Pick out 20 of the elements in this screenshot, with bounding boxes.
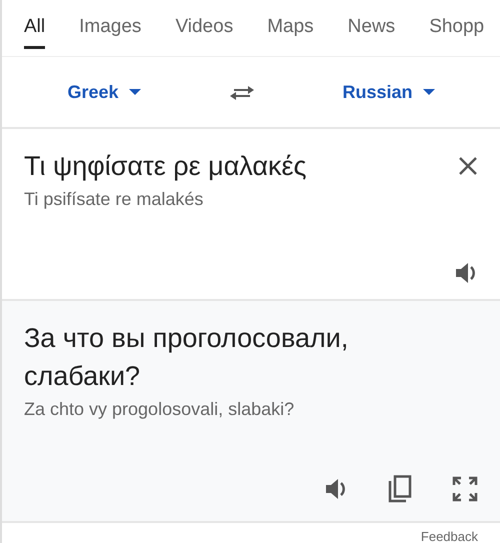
translation-text: За что вы проголосовали, слабаки? [24,322,350,393]
speaker-icon[interactable] [454,261,478,285]
search-tab[interactable]: Shopp [429,0,484,49]
target-language-button[interactable]: Russian [338,78,438,106]
source-language-button[interactable]: Greek [63,78,145,106]
source-transliteration: Ti psifísate re malakés [24,189,204,210]
search-tab[interactable]: Maps [267,0,314,49]
caret-icon [422,89,434,95]
caret-icon [128,89,141,95]
search-tab[interactable]: All [24,0,46,49]
search-tab[interactable]: News [348,0,396,49]
source-text: Τι ψηφίσατε ρε μαλακές [24,150,307,183]
close-icon[interactable] [458,156,478,176]
expand-icon[interactable] [452,476,478,502]
feedback-link[interactable]: Feedback [420,529,478,543]
search-tab[interactable]: Images [79,0,142,49]
search-tab[interactable]: Videos [175,0,234,49]
copy-icon[interactable] [388,475,412,503]
speaker-icon[interactable] [324,477,348,501]
translation-transliteration: Za chto vy progolosovali, slabaki? [24,399,296,420]
